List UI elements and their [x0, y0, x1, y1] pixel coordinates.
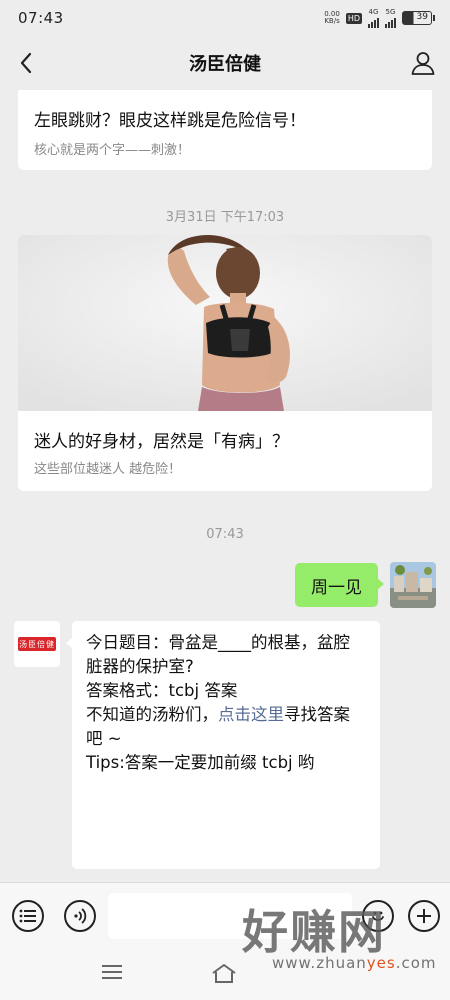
list-icon — [19, 909, 36, 923]
emoji-button[interactable] — [362, 900, 394, 932]
article-subtitle: 这些部位越迷人 越危险！ — [34, 462, 182, 477]
message-timestamp: 07:43 — [206, 527, 244, 542]
person-icon — [411, 52, 435, 75]
message-line: Tips:答案一定要加前缀 tcbj 哟 — [86, 753, 315, 772]
official-account-avatar[interactable]: 汤臣倍健 — [14, 621, 60, 667]
message-input[interactable] — [108, 893, 352, 939]
chat-header: 汤臣倍健 — [0, 36, 450, 90]
system-nav-bar — [0, 948, 450, 1000]
back-button[interactable] — [12, 48, 40, 78]
avatar-image — [390, 562, 436, 608]
home-icon — [212, 964, 236, 983]
hd-badge: HD — [345, 12, 362, 24]
click-here-link[interactable]: 点击这里 — [218, 705, 284, 724]
article-card[interactable]: 左眼跳财？眼皮这样跳是危险信号！ 核心就是两个字——刺激！ — [18, 90, 432, 170]
received-message-bubble[interactable]: 今日题目：骨盆是____的根基，盆腔脏器的保护室? 答案格式：tcbj 答案 不… — [66, 621, 380, 869]
signal-4g: 4G — [368, 8, 379, 28]
battery-icon: 39 — [402, 11, 435, 25]
message-line: 今日题目：骨盆是____的根基，盆腔脏器的保护室? — [86, 633, 350, 676]
status-bar: 07:43 0.00 KB/s HD 4G 5G 39 — [0, 0, 450, 36]
signal-5g: 5G — [385, 8, 396, 28]
more-button[interactable] — [408, 900, 440, 932]
brand-logo: 汤臣倍健 — [18, 637, 56, 651]
article-card[interactable]: 迷人的好身材，居然是「有病」？ 这些部位越迷人 越危险！ — [18, 235, 432, 491]
menu-toggle-button[interactable] — [12, 900, 44, 932]
input-bar — [0, 882, 450, 948]
menu-icon — [102, 965, 122, 979]
signal-icon — [385, 16, 396, 28]
signal-icon — [368, 16, 379, 28]
article-cover-image — [18, 235, 432, 411]
chevron-left-icon — [20, 52, 32, 74]
message-text: 周一见 — [311, 577, 362, 598]
article-subtitle: 核心就是两个字——刺激！ — [34, 143, 191, 158]
message-timestamp: 3月31日 下午17:03 — [165, 210, 285, 225]
status-time: 07:43 — [18, 9, 64, 27]
profile-button[interactable] — [408, 48, 438, 78]
woman-back-illustration — [18, 235, 432, 411]
recent-apps-button[interactable] — [100, 962, 128, 986]
page-title: 汤臣倍健 — [189, 54, 261, 75]
voice-button[interactable] — [64, 900, 96, 932]
message-line: 不知道的汤粉们，点击这里寻找答案吧 ~ — [86, 705, 350, 748]
emoji-icon — [372, 911, 384, 921]
article-title: 左眼跳财？眼皮这样跳是危险信号！ — [34, 111, 306, 131]
status-indicators: 0.00 KB/s HD 4G 5G 39 — [324, 8, 435, 28]
message-line: 答案格式：tcbj 答案 — [86, 681, 238, 700]
plus-icon — [417, 909, 431, 923]
voice-icon — [74, 908, 87, 924]
home-button[interactable] — [210, 962, 238, 986]
sent-message-bubble[interactable]: 周一见 — [295, 563, 384, 607]
message-list[interactable]: 左眼跳财？眼皮这样跳是危险信号！ 核心就是两个字——刺激！ 3月31日 下午17… — [0, 90, 450, 882]
my-avatar[interactable] — [390, 562, 436, 608]
article-title: 迷人的好身材，居然是「有病」？ — [34, 432, 289, 452]
network-speed: 0.00 KB/s — [324, 10, 340, 25]
